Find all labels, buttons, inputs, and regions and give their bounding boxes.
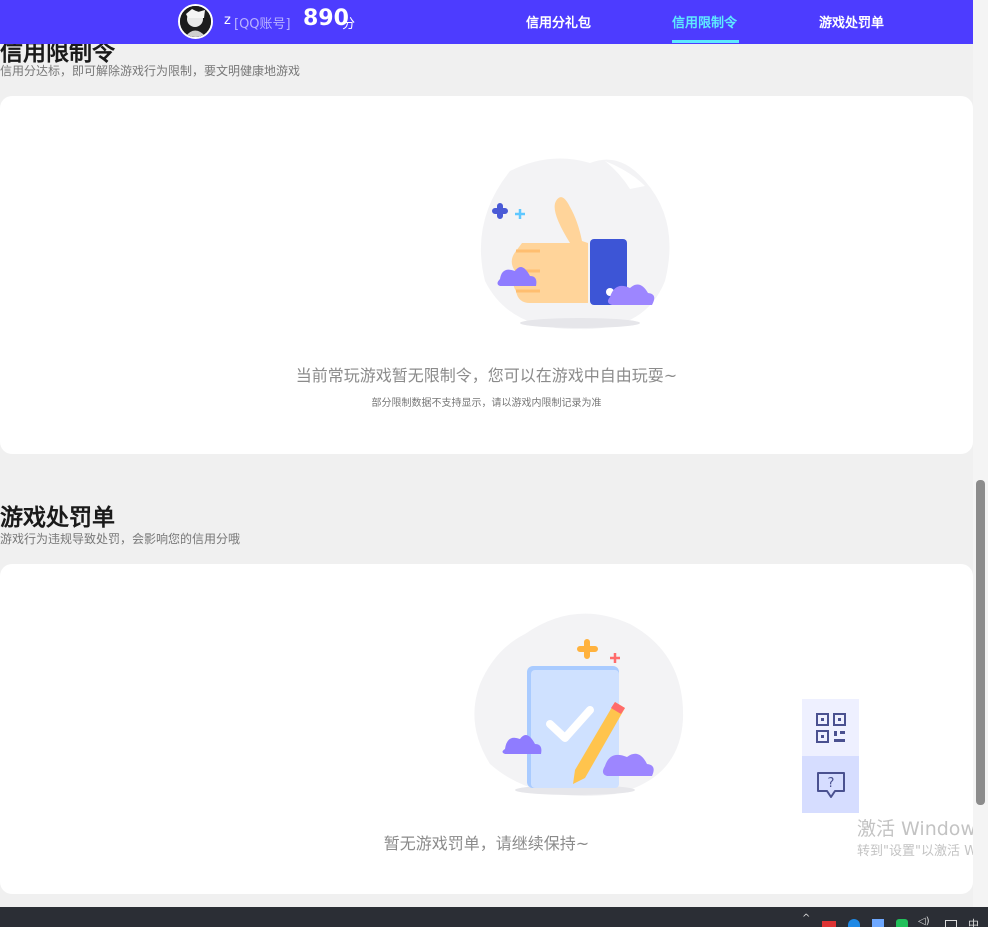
checklist-pencil-illustration	[465, 604, 690, 804]
question-chat-icon: ?	[816, 771, 845, 798]
restriction-empty-message: 当前常玩游戏暂无限制令，您可以在游戏中自由玩耍~	[295, 366, 678, 385]
username: z	[224, 13, 231, 28]
wechat-tray-icon[interactable]	[896, 919, 908, 927]
windows-activation-hint: 转到"设置"以激活 W	[857, 844, 977, 859]
user-avatar[interactable]	[178, 4, 213, 39]
windows-activation-watermark: 激活 Windows	[857, 818, 986, 840]
ime-indicator[interactable]: 中	[968, 916, 979, 927]
active-tab-indicator	[672, 40, 739, 43]
credit-score-unit: 分	[342, 17, 356, 32]
tray-app-icon-2[interactable]	[848, 919, 860, 927]
tray-app-icon-1[interactable]	[822, 921, 836, 927]
qr-code-icon	[815, 712, 846, 743]
tab-game-penalty[interactable]: 游戏处罚单	[819, 12, 884, 31]
restriction-data-note: 部分限制数据不支持显示，请以游戏内限制记录为准	[371, 398, 602, 409]
top-nav-bar: z [QQ账号] 890 分 信用分礼包 信用限制令 游戏处罚单	[0, 0, 973, 44]
thumbs-up-illustration	[470, 151, 680, 336]
svg-text:?: ?	[827, 776, 834, 791]
network-icon[interactable]	[945, 920, 957, 927]
scrollbar-thumb[interactable]	[976, 480, 985, 805]
tray-app-icon-3[interactable]	[872, 919, 884, 927]
windows-taskbar: ^ ◁) 中	[0, 907, 988, 927]
volume-icon[interactable]: ◁)	[918, 916, 930, 927]
help-button[interactable]: ?	[802, 756, 859, 813]
penalty-empty-message: 暂无游戏罚单，请继续保持~	[383, 834, 590, 853]
restriction-section-subtitle: 信用分达标，即可解除游戏行为限制，要文明健康地游戏	[0, 64, 301, 78]
qr-code-button[interactable]	[802, 699, 859, 756]
restriction-card: 当前常玩游戏暂无限制令，您可以在游戏中自由玩耍~ 部分限制数据不支持显示，请以游…	[0, 96, 973, 454]
tray-overflow-icon[interactable]: ^	[802, 913, 810, 924]
penalty-section-title: 游戏处罚单	[0, 505, 115, 531]
tab-credit-restriction[interactable]: 信用限制令	[672, 12, 737, 31]
tab-credit-gift[interactable]: 信用分礼包	[526, 12, 591, 31]
account-type-label: [QQ账号]	[234, 17, 291, 32]
penalty-section-subtitle: 游戏行为违规导致处罚，会影响您的信用分哦	[0, 532, 241, 546]
